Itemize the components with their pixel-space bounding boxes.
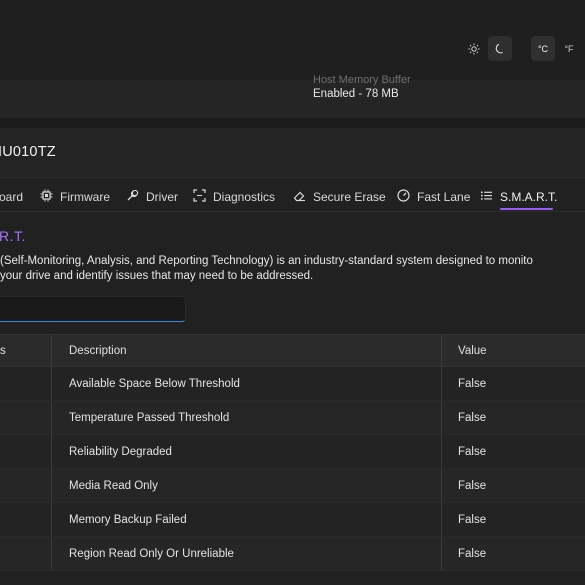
tab-label: S.M.A.R.T. xyxy=(500,190,558,204)
fahrenheit-button[interactable]: °F xyxy=(557,36,581,61)
tab-label: Driver xyxy=(146,190,178,204)
theme-toggle xyxy=(462,36,512,61)
drive-header: IU010TZ xyxy=(0,128,585,178)
column-header-value[interactable]: Value xyxy=(441,335,585,366)
tab-firmware[interactable]: Firmware xyxy=(39,185,110,209)
sun-icon-graphic xyxy=(468,43,480,54)
list-icon xyxy=(479,189,494,205)
eraser-icon xyxy=(292,189,307,205)
description-cell: Temperature Passed Threshold xyxy=(51,401,441,434)
table-row: Media Read Only False xyxy=(0,469,585,503)
status-cell xyxy=(0,367,51,400)
status-cell xyxy=(0,435,51,468)
search-input[interactable] xyxy=(0,296,186,322)
table-row: Temperature Passed Threshold False xyxy=(0,401,585,435)
tab-fast-lane[interactable]: Fast Lane xyxy=(396,185,470,209)
tab-bar: oard Firmware Driver Diagnostics Secure … xyxy=(0,180,585,212)
description-cell: Memory Backup Failed xyxy=(51,503,441,536)
description-line: your drive and identify issues that may … xyxy=(0,270,314,282)
value-cell: False xyxy=(441,435,585,468)
drive-panel: IU010TZ oard Firmware Driver Diagnostics… xyxy=(0,128,585,585)
top-bar: °C °F xyxy=(0,0,585,80)
active-tab-indicator xyxy=(500,208,553,210)
celsius-button[interactable]: °C xyxy=(531,36,555,61)
tab-label: Fast Lane xyxy=(417,190,471,204)
status-cell xyxy=(0,469,51,502)
table-row: Region Read Only Or Unreliable False xyxy=(0,537,585,571)
sun-icon[interactable] xyxy=(462,36,486,61)
tab-label: oard xyxy=(0,190,24,204)
wrench-icon xyxy=(125,189,140,205)
status-cell xyxy=(0,503,51,536)
description-cell: Media Read Only xyxy=(51,469,441,502)
value-cell: False xyxy=(441,401,585,434)
column-header-description[interactable]: Description xyxy=(51,335,441,366)
scan-icon xyxy=(192,189,207,205)
tab-dashboard[interactable]: oard xyxy=(0,185,23,209)
table-row: Reliability Degraded False xyxy=(0,435,585,469)
moon-icon[interactable] xyxy=(488,36,512,61)
tab-label: Firmware xyxy=(60,190,110,204)
tab-driver[interactable]: Driver xyxy=(125,185,178,209)
drive-name: IU010TZ xyxy=(0,144,56,160)
section-description: (Self-Monitoring, Analysis, and Reportin… xyxy=(0,254,585,284)
tab-diagnostics[interactable]: Diagnostics xyxy=(192,185,275,209)
divider xyxy=(0,118,585,128)
description-cell: Available Space Below Threshold xyxy=(51,367,441,400)
chip-icon xyxy=(39,189,54,205)
value-cell: False xyxy=(441,469,585,502)
value-cell: False xyxy=(441,503,585,536)
host-memory-buffer-label: Host Memory Buffer xyxy=(313,74,411,86)
moon-icon-graphic xyxy=(495,43,503,53)
gauge-icon xyxy=(396,189,411,205)
section-title: R.T. xyxy=(0,228,26,244)
value-cell: False xyxy=(441,367,585,400)
table-body: Available Space Below Threshold False Te… xyxy=(0,367,585,571)
tab-secure-erase[interactable]: Secure Erase xyxy=(292,185,386,209)
description-cell: Reliability Degraded xyxy=(51,435,441,468)
status-cell xyxy=(0,401,51,434)
temperature-unit-toggle: °C °F xyxy=(531,36,585,61)
description-cell: Region Read Only Or Unreliable xyxy=(51,537,441,570)
table-row: Memory Backup Failed False xyxy=(0,503,585,537)
column-header-status[interactable]: s xyxy=(0,335,51,366)
tab-label: Secure Erase xyxy=(313,190,386,204)
table-header: s Description Value xyxy=(0,334,585,367)
table-row: Available Space Below Threshold False xyxy=(0,367,585,401)
tab-label: Diagnostics xyxy=(213,190,276,204)
status-cell xyxy=(0,537,51,570)
value-cell: False xyxy=(441,537,585,570)
smart-table: s Description Value Available Space Belo… xyxy=(0,334,585,571)
drive-info-card: Host Memory Buffer Enabled - 78 MB xyxy=(0,74,585,118)
host-memory-buffer-value: Enabled - 78 MB xyxy=(313,88,399,100)
tab-smart[interactable]: S.M.A.R.T. xyxy=(479,185,557,209)
description-line: (Self-Monitoring, Analysis, and Reportin… xyxy=(0,255,533,267)
